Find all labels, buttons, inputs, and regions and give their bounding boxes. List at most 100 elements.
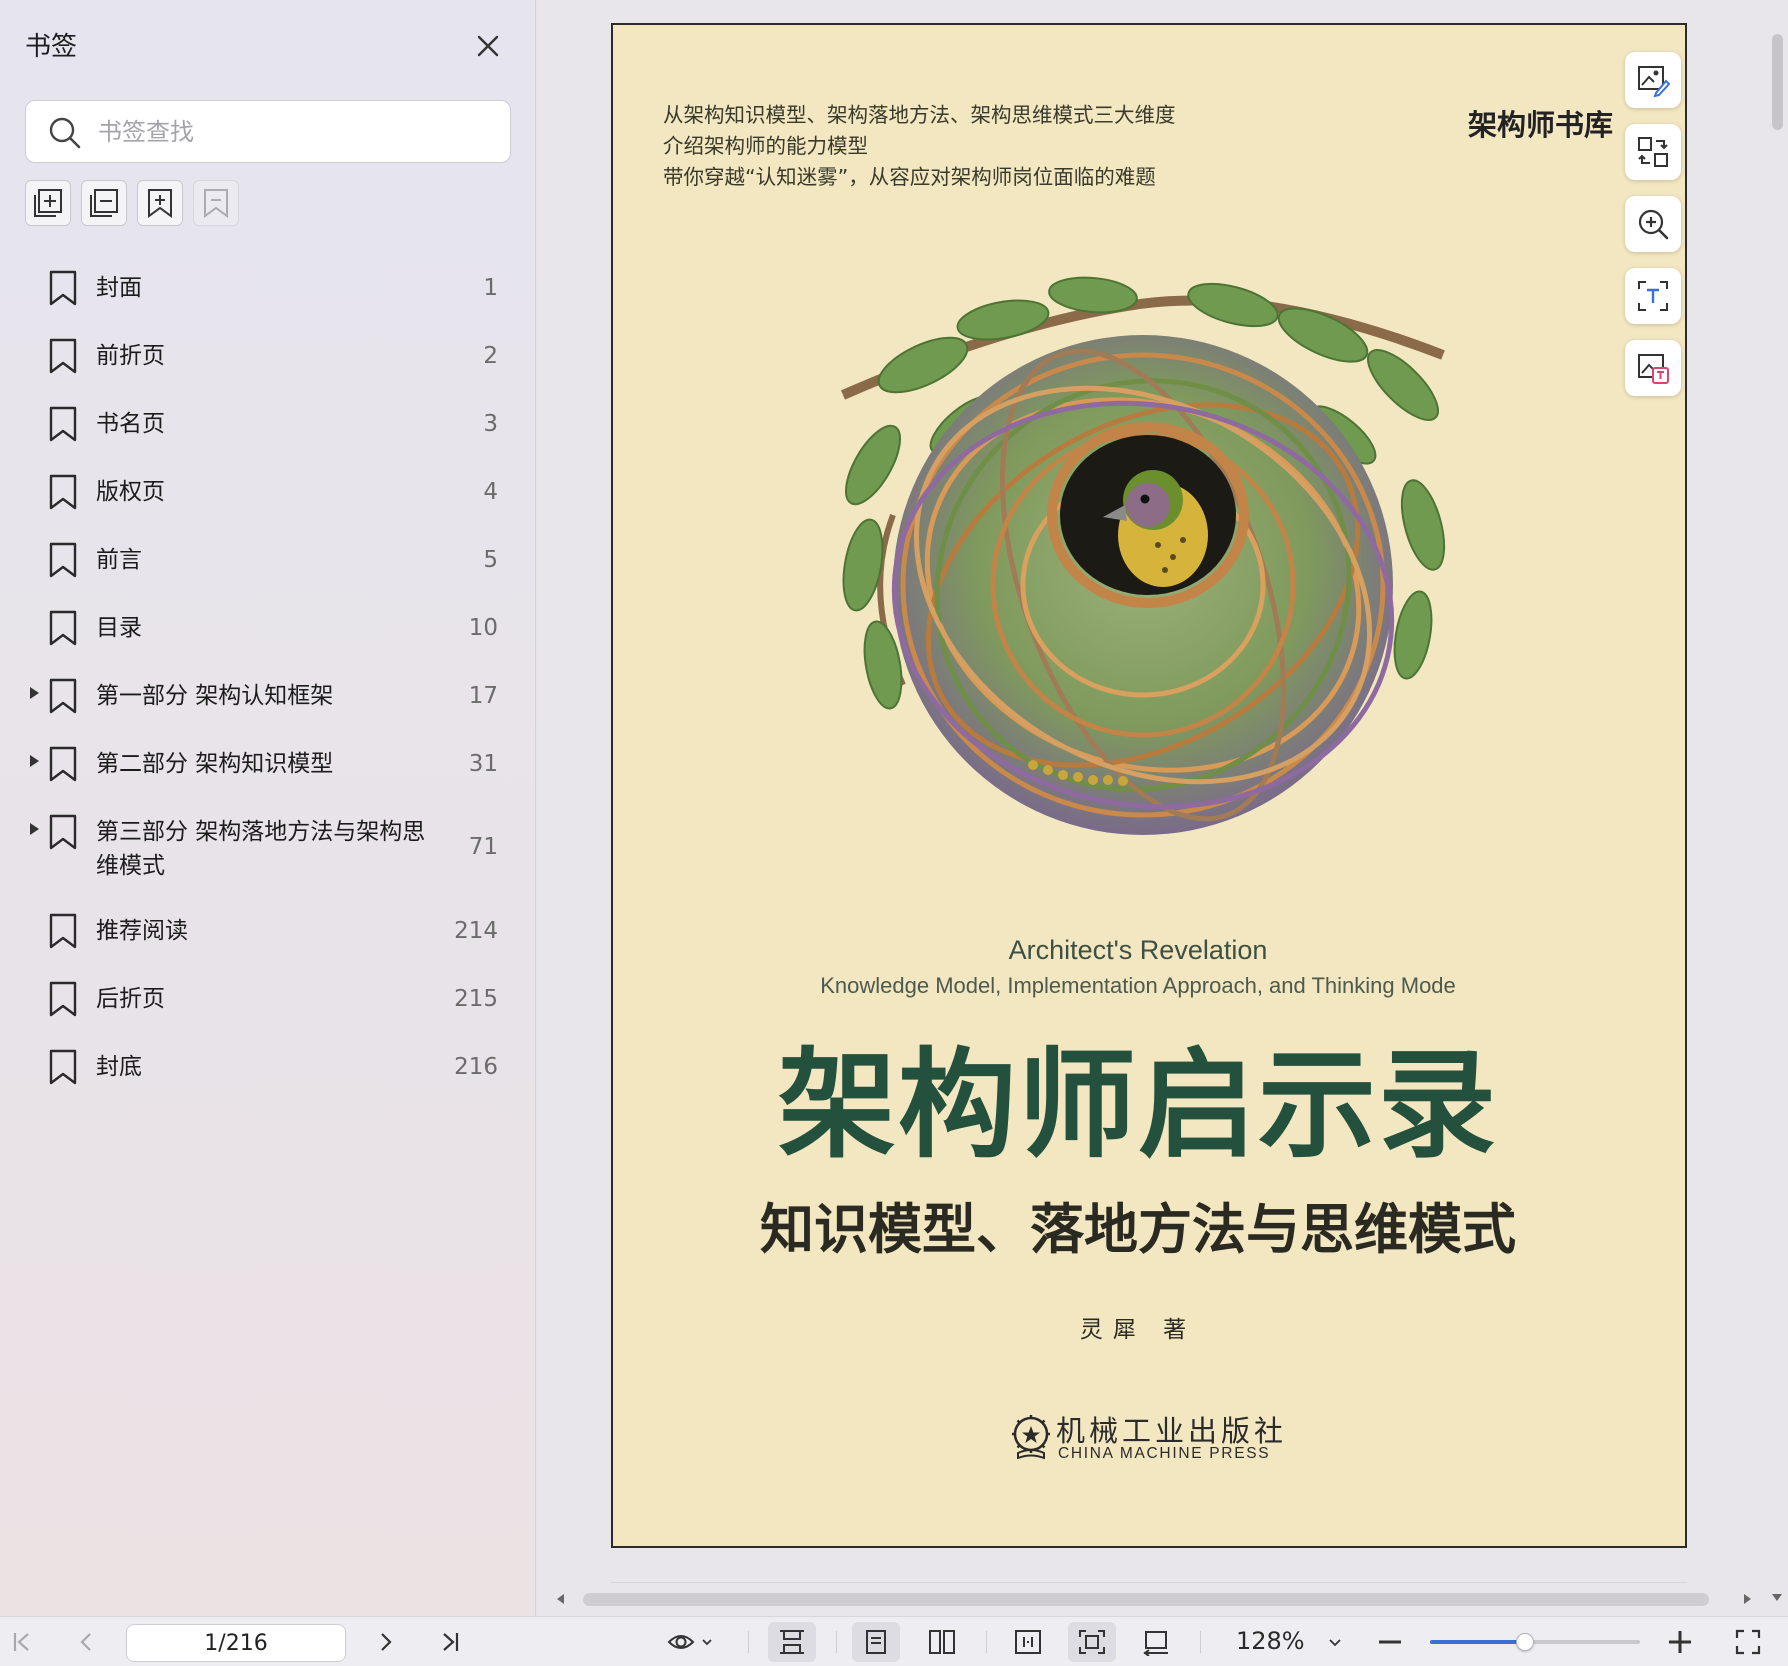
zoom-out-button[interactable] [1372, 1617, 1408, 1666]
bookmark-page-number: 71 [468, 834, 498, 860]
fit-page-button[interactable] [1068, 1622, 1116, 1662]
bookmark-icon [48, 1049, 78, 1085]
english-subtitle: Knowledge Model, Implementation Approach… [820, 973, 1456, 998]
zoom-slider-fill [1430, 1640, 1525, 1644]
bookmark-label: 封底 [96, 1054, 142, 1080]
continuous-scroll-button[interactable] [768, 1622, 816, 1662]
first-page-icon [10, 1630, 34, 1654]
rotate-button[interactable] [1132, 1617, 1180, 1666]
previous-page-button[interactable] [68, 1617, 104, 1666]
scroll-right-icon[interactable] [1744, 1594, 1751, 1604]
horizontal-scrollbar[interactable] [557, 1588, 1757, 1612]
bookmark-item[interactable]: 前折页 2 [0, 324, 536, 384]
bookmark-label: 第一部分 架构认知框架 [96, 683, 334, 709]
bookmark-icon [48, 678, 78, 714]
bookmark-item[interactable]: 版权页 4 [0, 460, 536, 520]
fit-width-button[interactable] [1004, 1617, 1052, 1666]
bookmark-icon [48, 406, 78, 442]
tagline-line: 从架构知识模型、架构落地方法、架构思维模式三大维度 [663, 103, 1176, 127]
cover-tagline: 从架构知识模型、架构落地方法、架构思维模式三大维度 介绍架构师的能力模型 带你穿… [663, 100, 1303, 193]
rotate-page-icon [1141, 1628, 1171, 1656]
expand-all-button[interactable] [25, 180, 71, 226]
zoom-level[interactable]: 128% [1236, 1627, 1305, 1655]
page-number-input[interactable] [126, 1624, 346, 1662]
image-translate-button[interactable] [1625, 340, 1681, 396]
last-page-button[interactable] [432, 1617, 468, 1666]
bookmark-icon [48, 270, 78, 306]
vertical-scrollbar[interactable] [1766, 0, 1788, 1616]
page-separator [611, 1582, 1687, 1583]
bookmark-label: 第二部分 架构知识模型 [96, 751, 334, 777]
chevron-right-icon [374, 1630, 398, 1654]
two-page-icon [927, 1628, 957, 1656]
bookmark-item[interactable]: 第一部分 架构认知框架 17 [0, 664, 536, 724]
bookmark-page-number: 17 [468, 683, 498, 709]
expand-arrow-icon[interactable] [30, 687, 39, 699]
fullscreen-button[interactable] [1728, 1617, 1768, 1666]
collapse-all-button[interactable] [81, 180, 127, 226]
bookmark-label: 封面 [96, 275, 142, 301]
tagline-line: 介绍架构师的能力模型 [663, 134, 868, 158]
close-icon[interactable] [470, 28, 506, 64]
fullscreen-icon [1734, 1628, 1762, 1656]
single-page-button[interactable] [852, 1622, 900, 1662]
toolbar-divider [1200, 1631, 1201, 1653]
zoom-in-icon [1636, 207, 1670, 241]
bookmark-item[interactable]: 前言 5 [0, 528, 536, 588]
expand-arrow-icon[interactable] [30, 823, 39, 835]
publisher: 机械工业出版社 CHINA MACHINE PRESS [1008, 1405, 1308, 1469]
bookmark-icon [48, 610, 78, 646]
convert-icon [1636, 135, 1670, 169]
bookmark-label: 推荐阅读 [96, 918, 188, 944]
document-viewer[interactable]: 从架构知识模型、架构落地方法、架构思维模式三大维度 介绍架构师的能力模型 带你穿… [537, 0, 1788, 1616]
bookmark-icon [48, 474, 78, 510]
bookmark-item[interactable]: 后折页 215 [0, 967, 536, 1027]
book-cover-page: 从架构知识模型、架构落地方法、架构思维模式三大维度 介绍架构师的能力模型 带你穿… [611, 23, 1687, 1548]
bookmark-item[interactable]: 推荐阅读 214 [0, 899, 536, 959]
zoom-dropdown-button[interactable] [1320, 1617, 1350, 1666]
remove-bookmark-button[interactable] [193, 180, 239, 226]
english-title: Architect's Revelation [1008, 935, 1268, 965]
zoom-in-button-bottom[interactable] [1662, 1617, 1698, 1666]
text-recognize-icon [1636, 279, 1670, 313]
publisher-name-en: CHINA MACHINE PRESS [1058, 1445, 1271, 1462]
bookmark-page-number: 3 [483, 411, 498, 437]
bookmark-search-input[interactable] [98, 111, 498, 153]
bookmark-item[interactable]: 书名页 3 [0, 392, 536, 452]
bird-nest-illustration [803, 265, 1463, 905]
chevron-left-icon [74, 1630, 98, 1654]
bookmark-icon [200, 187, 232, 219]
zoom-slider-handle[interactable] [1515, 1633, 1534, 1651]
bookmark-page-number: 5 [483, 547, 498, 573]
bookmark-label: 书名页 [96, 411, 165, 437]
vertical-scroll-thumb[interactable] [1772, 34, 1783, 130]
publisher-name-cn: 机械工业出版社 [1056, 1414, 1288, 1448]
last-page-icon [438, 1630, 462, 1654]
view-mode-button[interactable] [658, 1617, 722, 1666]
bookmark-item[interactable]: 第二部分 架构知识模型 31 [0, 732, 536, 792]
scroll-down-icon[interactable] [1772, 1594, 1782, 1601]
bookmark-page-number: 215 [454, 986, 498, 1012]
horizontal-scroll-thumb[interactable] [583, 1593, 1709, 1606]
bookmark-item[interactable]: 第三部分 架构落地方法与架构思维模式 71 [0, 800, 536, 890]
toolbar-divider [986, 1631, 987, 1653]
chevron-down-icon [1328, 1635, 1342, 1649]
zoom-slider[interactable] [1430, 1633, 1640, 1651]
bookmark-item[interactable]: 封面 1 [0, 256, 536, 316]
series-name: 架构师书库 [1467, 108, 1613, 142]
add-bookmark-button[interactable] [137, 180, 183, 226]
first-page-button[interactable] [4, 1617, 40, 1666]
convert-button[interactable] [1625, 124, 1681, 180]
bookmark-item[interactable]: 封底 216 [0, 1035, 536, 1095]
next-page-button[interactable] [368, 1617, 404, 1666]
chinese-title: 架构师启示录 [777, 1036, 1498, 1174]
bookmark-label: 目录 [96, 615, 142, 641]
bookmark-label: 版权页 [96, 479, 165, 505]
bookmark-item[interactable]: 目录 10 [0, 596, 536, 656]
two-page-button[interactable] [918, 1617, 966, 1666]
ocr-text-button[interactable] [1625, 268, 1681, 324]
edit-image-button[interactable] [1625, 52, 1681, 108]
expand-arrow-icon[interactable] [30, 755, 39, 767]
scroll-left-icon[interactable] [557, 1594, 564, 1604]
zoom-in-button[interactable] [1625, 196, 1681, 252]
